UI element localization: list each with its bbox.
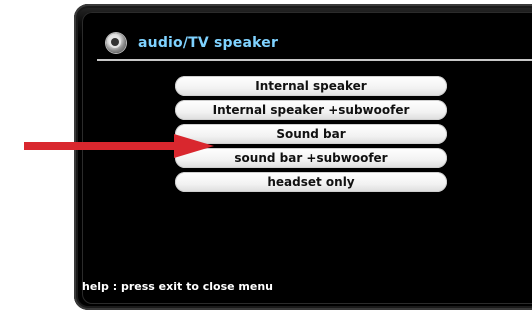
callout-arrow-icon (24, 134, 214, 162)
menu-header: audio/TV speaker (106, 30, 278, 56)
speaker-options-list: Internal speaker Internal speaker +subwo… (175, 76, 447, 192)
option-internal-speaker-subwoofer[interactable]: Internal speaker +subwoofer (175, 100, 447, 120)
option-internal-speaker[interactable]: Internal speaker (175, 76, 447, 96)
option-sound-bar-subwoofer[interactable]: sound bar +subwoofer (175, 148, 447, 168)
help-text: help : press exit to close menu (82, 280, 274, 293)
header-divider (97, 59, 532, 61)
speaker-icon (106, 33, 126, 53)
menu-title: audio/TV speaker (138, 35, 279, 51)
option-headset-only[interactable]: headset only (175, 172, 447, 192)
option-sound-bar[interactable]: Sound bar (175, 124, 447, 144)
